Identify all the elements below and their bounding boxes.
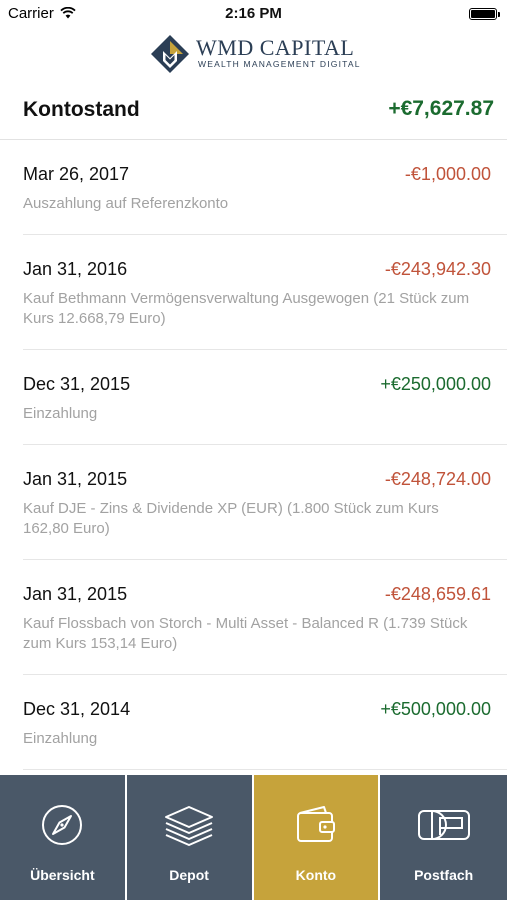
tab-label: Übersicht <box>30 867 95 883</box>
tab-postfach[interactable]: Postfach <box>380 775 507 900</box>
transaction-item[interactable]: Jan 31, 2015 -€248,659.61 Kauf Flossbach… <box>0 560 507 675</box>
transaction-date: Dec 31, 2014 <box>23 699 131 719</box>
transaction-description: Auszahlung auf Referenzkonto <box>23 195 229 212</box>
brand-tagline: WEALTH MANAGEMENT DIGITAL <box>198 59 361 69</box>
transaction-description: Kauf Bethmann Vermögensverwaltung Ausgew… <box>23 290 470 327</box>
transaction-date: Mar 26, 2017 <box>23 164 130 184</box>
transaction-item[interactable]: Dec 31, 2015 +€250,000.00 Einzahlung <box>0 350 507 445</box>
tab-label: Depot <box>169 867 209 883</box>
tab-label: Postfach <box>414 867 474 883</box>
transaction-amount: -€248,724.00 <box>384 469 491 489</box>
wallet-icon <box>254 803 379 847</box>
transaction-item[interactable]: Jan 31, 2016 -€243,942.30 Kauf Bethmann … <box>0 235 507 350</box>
transaction-date: Jan 31, 2015 <box>23 584 128 604</box>
transaction-list: Mar 26, 2017 -€1,000.00 Auszahlung auf R… <box>0 140 507 770</box>
status-bar: Carrier 2:16 PM <box>0 0 507 28</box>
transaction-amount: -€243,942.30 <box>384 259 491 279</box>
account-balance-row: Kontostand +€7,627.87 <box>0 86 507 140</box>
tab-depot[interactable]: Depot <box>126 775 254 900</box>
balance-value: +€7,627.87 <box>388 97 494 120</box>
battery-icon <box>469 8 500 20</box>
transaction-date: Jan 31, 2015 <box>23 469 128 489</box>
brand-name: WMD CAPITAL <box>196 35 355 60</box>
transaction-item[interactable]: Mar 26, 2017 -€1,000.00 Auszahlung auf R… <box>0 140 507 235</box>
layers-icon <box>127 803 252 847</box>
transaction-amount: +€500,000.00 <box>380 699 491 719</box>
transaction-item[interactable]: Jan 31, 2015 -€248,724.00 Kauf DJE - Zin… <box>0 445 507 560</box>
tab-uebersicht[interactable]: Übersicht <box>0 775 127 900</box>
balance-label: Kontostand <box>23 98 140 121</box>
transaction-date: Jan 31, 2016 <box>23 259 128 279</box>
transaction-amount: -€248,659.61 <box>384 584 491 604</box>
transaction-description: Kauf DJE - Zins & Dividende XP (EUR) (1.… <box>23 500 439 537</box>
transaction-amount: -€1,000.00 <box>404 164 491 184</box>
tab-label: Konto <box>295 867 337 883</box>
transaction-description: Einzahlung <box>23 405 98 422</box>
transaction-description: Einzahlung <box>23 730 98 747</box>
status-time: 2:16 PM <box>225 5 282 22</box>
tab-konto[interactable]: Konto <box>253 775 381 900</box>
tab-bar: Übersicht Depot Konto Postfach <box>0 775 507 900</box>
transaction-description: Kauf Flossbach von Storch - Multi Asset … <box>23 615 468 652</box>
compass-icon <box>0 803 125 847</box>
transaction-item[interactable]: Dec 31, 2014 +€500,000.00 Einzahlung <box>0 675 507 770</box>
transaction-amount: +€250,000.00 <box>380 374 491 394</box>
transaction-date: Dec 31, 2015 <box>23 374 131 394</box>
brand-logo: WMD CAPITAL WEALTH MANAGEMENT DIGITAL <box>150 30 370 74</box>
mailbox-icon <box>380 803 507 847</box>
logo-mark-icon <box>151 35 189 73</box>
